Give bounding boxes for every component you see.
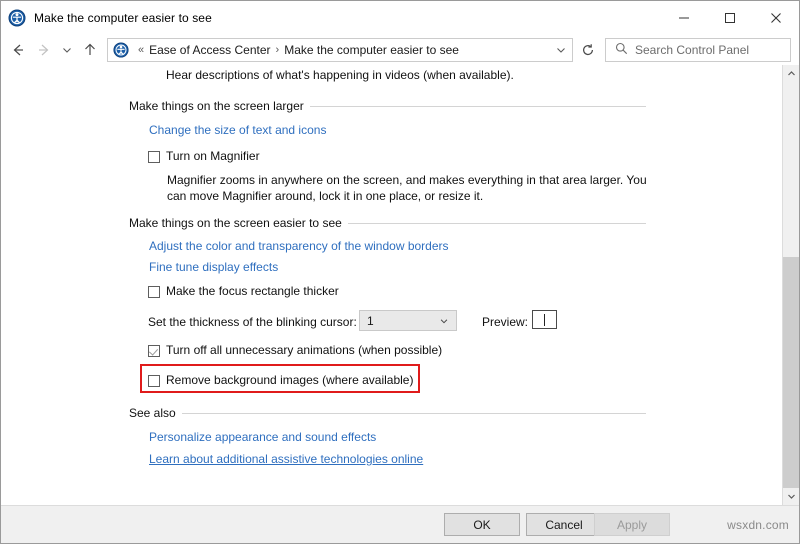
recent-locations-button[interactable]: [57, 37, 77, 63]
checkbox-turn-on-magnifier[interactable]: [148, 151, 160, 163]
section-header-easier: Make things on the screen easier to see: [129, 216, 646, 230]
section-rule: [309, 105, 646, 107]
checkbox-label-make-focus-rectangle-thicker: Make the focus rectangle thicker: [166, 284, 339, 298]
maximize-button[interactable]: [707, 1, 753, 34]
scroll-down-button[interactable]: [783, 488, 799, 505]
watermark: wsxdn.com: [727, 517, 789, 532]
link-learn-about-assistive-technologies[interactable]: Learn about additional assistive technol…: [149, 452, 423, 466]
title-bar: Make the computer easier to see: [1, 1, 799, 34]
magnifier-description: Magnifier zooms in anywhere on the scree…: [167, 173, 647, 203]
cursor-preview-label: Preview:: [482, 315, 529, 329]
audio-description-text: Hear descriptions of what's happening in…: [166, 68, 514, 82]
chevron-down-icon[interactable]: [550, 39, 572, 61]
breadcrumb-item-ease-of-access-center[interactable]: Ease of Access Center: [149, 43, 270, 57]
section-rule: [347, 222, 646, 224]
section-header-easier-label: Make things on the screen easier to see: [129, 216, 342, 230]
link-personalize-appearance-and-sound-effects[interactable]: Personalize appearance and sound effects: [149, 430, 376, 444]
checkbox-make-focus-rectangle-thicker[interactable]: [148, 286, 160, 298]
address-bar[interactable]: « Ease of Access Center › Make the compu…: [107, 37, 573, 62]
link-change-size-of-text-and-icons[interactable]: Change the size of text and icons: [149, 123, 326, 137]
window-title: Make the computer easier to see: [34, 10, 212, 25]
checkbox-remove-background-images[interactable]: [148, 375, 160, 387]
link-fine-tune-display-effects[interactable]: Fine tune display effects: [149, 260, 278, 274]
navigation-bar: « Ease of Access Center › Make the compu…: [1, 34, 799, 65]
scroll-up-button[interactable]: [783, 65, 799, 82]
section-header-larger-label: Make things on the screen larger: [129, 99, 304, 113]
section-header-larger: Make things on the screen larger: [129, 99, 646, 113]
breadcrumb-ease-of-access-icon: [113, 41, 129, 58]
checkbox-row-remove-background-images[interactable]: Remove background images (where availabl…: [148, 373, 413, 387]
cursor-caret: [544, 314, 545, 326]
control-panel-window: Make the computer easier to see « Ease o…: [0, 0, 800, 544]
dialog-button-bar: OK Cancel Apply wsxdn.com: [1, 505, 799, 543]
checkbox-row-focus-rectangle[interactable]: Make the focus rectangle thicker: [148, 284, 339, 298]
window-controls: [661, 1, 799, 34]
scrollbar-track[interactable]: [783, 82, 799, 488]
refresh-button[interactable]: [575, 38, 601, 62]
breadcrumb-overflow[interactable]: «: [133, 44, 149, 56]
checkbox-label-remove-background-images: Remove background images (where availabl…: [166, 373, 414, 387]
forward-button[interactable]: [31, 37, 57, 63]
chevron-down-icon[interactable]: [439, 316, 456, 326]
breadcrumb-item-current[interactable]: Make the computer easier to see: [284, 43, 459, 57]
up-button[interactable]: [77, 37, 103, 63]
checkbox-label-turn-off-all-unnecessary-animations: Turn off all unnecessary animations (whe…: [166, 343, 443, 357]
breadcrumb-separator[interactable]: ›: [271, 44, 285, 56]
ok-button[interactable]: OK: [444, 513, 520, 536]
checkbox-row-turn-on-magnifier[interactable]: Turn on Magnifier: [148, 149, 260, 163]
scrollbar-thumb[interactable]: [783, 256, 799, 488]
back-button[interactable]: [5, 37, 31, 63]
cursor-thickness-dropdown[interactable]: 1: [359, 310, 457, 331]
search-input[interactable]: [635, 42, 775, 57]
ease-of-access-icon: [8, 9, 26, 27]
search-box[interactable]: [605, 37, 791, 62]
section-header-see-also-label: See also: [129, 406, 176, 420]
cursor-preview-box: [532, 310, 557, 329]
section-header-see-also: See also: [129, 406, 646, 420]
settings-content: Hear descriptions of what's happening in…: [1, 65, 782, 505]
checkbox-row-turn-off-animations[interactable]: Turn off all unnecessary animations (whe…: [148, 343, 442, 357]
minimize-button[interactable]: [661, 1, 707, 34]
vertical-scrollbar[interactable]: [782, 65, 799, 505]
search-icon: [615, 42, 628, 58]
checkbox-turn-off-all-unnecessary-animations[interactable]: [148, 345, 160, 357]
checkbox-label-turn-on-magnifier: Turn on Magnifier: [166, 149, 260, 163]
section-rule: [181, 412, 646, 414]
cancel-button[interactable]: Cancel: [526, 513, 602, 536]
close-button[interactable]: [753, 1, 799, 34]
apply-button: Apply: [594, 513, 670, 536]
link-adjust-color-transparency[interactable]: Adjust the color and transparency of the…: [149, 239, 449, 253]
body-area: Hear descriptions of what's happening in…: [1, 65, 799, 505]
cursor-thickness-value: 1: [367, 313, 374, 328]
cursor-thickness-label: Set the thickness of the blinking cursor…: [148, 315, 357, 329]
